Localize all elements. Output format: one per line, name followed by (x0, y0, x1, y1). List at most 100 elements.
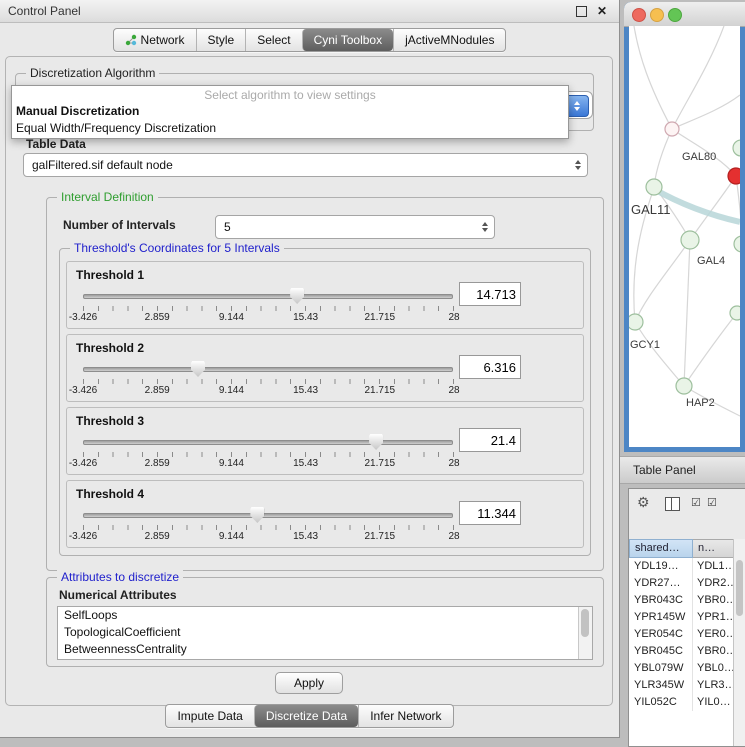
cell[interactable]: YBL079W (629, 660, 693, 677)
network-node-selected[interactable] (728, 168, 740, 184)
threshold-slider[interactable]: -3.426 2.859 9.144 15.43 21.715 28 (83, 361, 454, 397)
combo-stepper-icon (575, 160, 581, 170)
zoom-traffic-light-icon[interactable] (668, 8, 682, 22)
threshold-value-field[interactable] (459, 282, 521, 306)
scale-label: 28 (448, 458, 459, 469)
table-row[interactable]: YBL079W YBL0… (629, 660, 734, 677)
table-row[interactable]: YIL052C YIL0… (629, 694, 734, 711)
cell[interactable]: YIL052C (629, 694, 693, 711)
slider-track[interactable] (83, 294, 453, 299)
close-icon[interactable]: ✕ (597, 3, 607, 19)
cell[interactable]: YLR3… (693, 677, 734, 694)
node-label: GAL80 (682, 151, 716, 163)
threshold-slider[interactable]: -3.426 2.859 9.144 15.43 21.715 28 (83, 288, 454, 324)
cell[interactable]: YBL0… (693, 660, 734, 677)
table-row[interactable]: YPR145W YPR1… (629, 609, 734, 626)
columns-icon[interactable] (665, 497, 680, 511)
threshold-value-field[interactable] (459, 355, 521, 379)
scale-label: 9.144 (219, 458, 244, 469)
apply-button[interactable]: Apply (275, 672, 343, 694)
cell[interactable]: YPR145W (629, 609, 693, 626)
cell[interactable]: YER0… (693, 626, 734, 643)
scale-label: -3.426 (69, 458, 97, 469)
network-node[interactable] (676, 378, 692, 394)
tab-style[interactable]: Style (196, 29, 246, 51)
network-canvas[interactable]: GAL80 GAL11 GAL4 GCY1 HAP2 (629, 26, 740, 447)
tab-discretize-data[interactable]: Discretize Data (254, 705, 358, 727)
number-of-intervals-combobox[interactable]: 5 (215, 215, 495, 239)
tab-label: Infer Network (370, 709, 441, 723)
select-none-checkbox-icon[interactable]: ☑ (707, 496, 717, 509)
network-node[interactable] (733, 140, 740, 156)
cell[interactable]: YBR0… (693, 592, 734, 609)
network-node[interactable] (734, 236, 740, 252)
cell[interactable]: YDR2… (693, 575, 734, 592)
tab-jactivemnodules[interactable]: jActiveMNodules (393, 29, 505, 51)
list-scrollbar[interactable] (578, 607, 592, 659)
threshold-value-field[interactable] (459, 501, 521, 525)
table-row[interactable]: YBR045C YBR0… (629, 643, 734, 660)
table-data-value: galFiltered.sif default node (32, 154, 563, 176)
table-row[interactable]: YER054C YER0… (629, 626, 734, 643)
tab-infer-network[interactable]: Infer Network (358, 705, 452, 727)
network-node[interactable] (730, 306, 740, 320)
slider-thumb[interactable] (369, 434, 383, 450)
popup-option-equal-width[interactable]: Equal Width/Frequency Discretization (12, 120, 568, 137)
close-traffic-light-icon[interactable] (632, 8, 646, 22)
slider-thumb[interactable] (250, 507, 264, 523)
tab-select[interactable]: Select (245, 29, 301, 51)
cell[interactable]: YLR345W (629, 677, 693, 694)
slider-track[interactable] (83, 440, 453, 445)
slider-track[interactable] (83, 367, 453, 372)
list-item[interactable]: SelfLoops (58, 607, 592, 624)
cell[interactable]: YBR043C (629, 592, 693, 609)
tab-impute-data[interactable]: Impute Data (166, 705, 253, 727)
select-all-checkbox-icon[interactable]: ☑ (691, 496, 701, 509)
table-row[interactable]: YBR043C YBR0… (629, 592, 734, 609)
cell[interactable]: YDL1… (693, 558, 734, 575)
threshold-label: Threshold 2 (76, 341, 144, 355)
network-node[interactable] (665, 122, 679, 136)
column-header-name[interactable]: n… (693, 539, 734, 558)
threshold-slider[interactable]: -3.426 2.859 9.144 15.43 21.715 28 (83, 507, 454, 543)
cell[interactable]: YBR045C (629, 643, 693, 660)
cell[interactable]: YIL0… (693, 694, 734, 711)
table-row[interactable]: YDR27… YDR2… (629, 575, 734, 592)
cell[interactable]: YDL19… (629, 558, 693, 575)
scrollbar-thumb[interactable] (736, 560, 743, 616)
cell[interactable]: YBR0… (693, 643, 734, 660)
network-node[interactable] (681, 231, 699, 249)
minimize-traffic-light-icon[interactable] (650, 8, 664, 22)
slider-track[interactable] (83, 513, 453, 518)
table-row[interactable]: YDL19… YDL1… (629, 558, 734, 575)
tab-cyni-toolbox[interactable]: Cyni Toolbox (302, 29, 393, 51)
threshold-slider[interactable]: -3.426 2.859 9.144 15.43 21.715 28 (83, 434, 454, 470)
threshold-value-field[interactable] (459, 428, 521, 452)
table-data-combobox[interactable]: galFiltered.sif default node (23, 153, 588, 177)
gear-icon[interactable]: ⚙ (637, 494, 650, 511)
scale-label: 21.715 (365, 458, 396, 469)
cell[interactable]: YDR27… (629, 575, 693, 592)
table-scrollbar[interactable] (733, 539, 745, 746)
group-title: Attributes to discretize (57, 570, 183, 584)
cyni-content-panel: Discretization Algorithm Select algorith… (5, 56, 613, 706)
table-panel-bar[interactable]: Table Panel (620, 456, 745, 484)
list-item[interactable]: TopologicalCoefficient (58, 624, 592, 641)
network-node[interactable] (629, 314, 643, 330)
float-window-icon[interactable] (576, 6, 587, 17)
popup-option-manual[interactable]: Manual Discretization (12, 103, 568, 120)
tab-network[interactable]: Network (114, 29, 196, 51)
scrollbar-thumb[interactable] (581, 609, 589, 637)
scale-label: 21.715 (365, 531, 396, 542)
cell[interactable]: YPR1… (693, 609, 734, 626)
column-header-shared-name[interactable]: shared… (629, 539, 693, 558)
slider-scale: -3.426 2.859 9.144 15.43 21.715 28 (83, 385, 454, 397)
network-node[interactable] (646, 179, 662, 195)
table-row[interactable]: YLR345W YLR3… (629, 677, 734, 694)
scale-label: -3.426 (69, 312, 97, 323)
tab-label: Style (208, 33, 235, 47)
list-item[interactable]: BetweennessCentrality (58, 641, 592, 658)
slider-thumb[interactable] (191, 361, 205, 377)
slider-thumb[interactable] (290, 288, 304, 304)
cell[interactable]: YER054C (629, 626, 693, 643)
